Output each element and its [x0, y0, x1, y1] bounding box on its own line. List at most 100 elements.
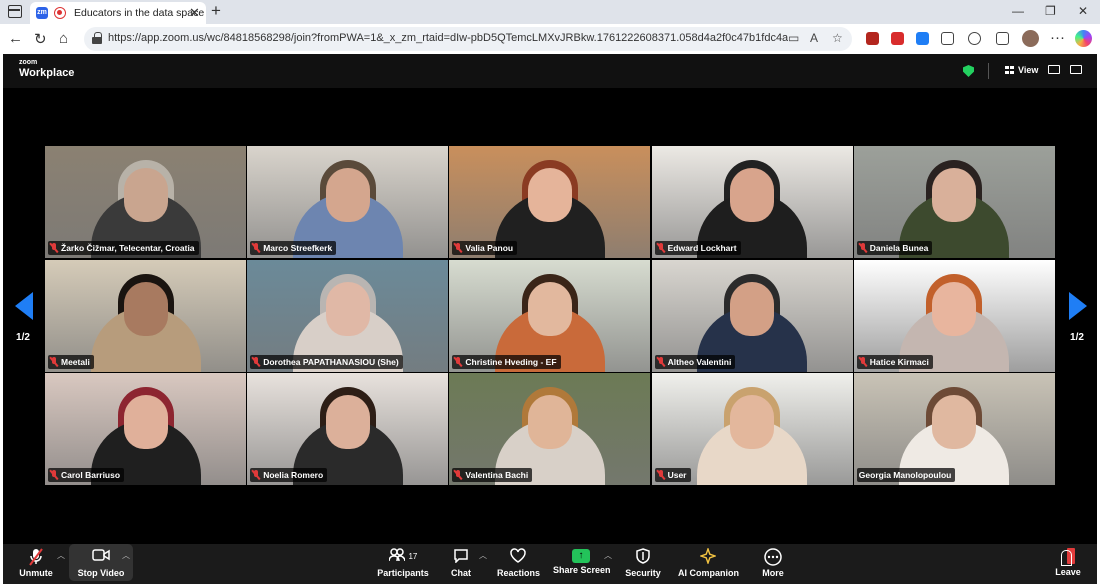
reload-icon[interactable]: ↻: [34, 30, 47, 48]
participant-name: Dorothea PAPATHANASIOU (She): [263, 356, 399, 367]
recording-icon: [54, 7, 66, 19]
video-options-caret-icon[interactable]: ︿: [122, 550, 130, 561]
participant-name: Valia Panou: [465, 243, 514, 253]
pocket-icon[interactable]: [941, 32, 954, 45]
participant-tile[interactable]: Valentina Bachi: [449, 373, 651, 485]
prev-page-button[interactable]: 1/2: [3, 284, 43, 394]
participant-tile[interactable]: Edward Lockhart: [651, 146, 853, 258]
participant-tile[interactable]: Carol Barriuso: [45, 373, 246, 485]
back-icon[interactable]: ←: [8, 30, 23, 47]
share-options-caret-icon[interactable]: ︿: [604, 550, 612, 561]
participant-tile[interactable]: Altheo Valentini: [651, 259, 853, 372]
window-close-icon[interactable]: ✕: [1078, 4, 1088, 18]
encryption-shield-icon[interactable]: [963, 65, 974, 77]
unmute-button[interactable]: Unmute: [13, 544, 59, 584]
participant-face: [527, 395, 572, 449]
cast-icon[interactable]: ▭: [788, 31, 799, 45]
participant-tile[interactable]: Valia Panou: [449, 146, 651, 258]
mic-muted-icon: [657, 356, 665, 367]
participant-name: Georgia Manolopoulou: [858, 470, 952, 480]
participant-tile[interactable]: User: [651, 373, 853, 485]
participant-name-tag: Carol Barriuso: [48, 468, 125, 482]
participant-name-tag: Žarko Čižmar, Telecentar, Croatia: [48, 241, 199, 255]
zoom-brand: Workplace: [19, 67, 75, 79]
participant-name: Marco Streefkerk: [263, 243, 333, 253]
participant-name: Hatice Kirmaci: [869, 356, 929, 367]
security-button[interactable]: Security: [625, 544, 661, 584]
home-icon[interactable]: ⌂: [59, 30, 68, 47]
ai-companion-button[interactable]: AI Companion: [678, 544, 739, 584]
participant-face: [123, 168, 168, 222]
minimize-icon[interactable]: —: [1012, 4, 1024, 18]
leave-label: Leave: [1055, 567, 1081, 577]
participant-tile[interactable]: Marco Streefkerk: [247, 146, 449, 258]
mic-muted-icon: [454, 243, 462, 253]
favorites-bar-icon[interactable]: [996, 32, 1009, 45]
fullscreen-icon[interactable]: [1070, 65, 1082, 74]
restore-icon[interactable]: ❐: [1045, 4, 1056, 18]
leave-button[interactable]: Leave: [1051, 544, 1085, 584]
view-button[interactable]: View: [1005, 65, 1038, 75]
read-aloud-icon[interactable]: A: [810, 31, 818, 45]
zoom-header: zoom Workplace View: [3, 54, 1097, 88]
new-tab-icon[interactable]: +: [211, 1, 221, 21]
participant-tile[interactable]: Georgia Manolopoulou: [853, 373, 1055, 485]
participant-face: [932, 168, 977, 222]
close-tab-icon[interactable]: ✕: [189, 5, 200, 21]
participant-name-tag: Hatice Kirmaci: [856, 354, 933, 369]
tab-actions-icon[interactable]: [8, 5, 22, 18]
participant-name-tag: Valentina Bachi: [452, 468, 533, 482]
participant-name: Meetali: [61, 356, 90, 367]
participants-icon: 17: [375, 548, 431, 566]
audio-options-caret-icon[interactable]: ︿: [57, 550, 65, 561]
extensions-icon[interactable]: [968, 32, 981, 45]
extension-blue-icon[interactable]: [916, 32, 929, 45]
participant-tile[interactable]: Žarko Čižmar, Telecentar, Croatia: [45, 146, 246, 258]
participant-name-tag: Daniela Bunea: [856, 241, 933, 255]
more-label: More: [762, 568, 784, 578]
participant-face: [123, 395, 168, 449]
zoom-logo: zoom: [19, 59, 38, 66]
chat-options-caret-icon[interactable]: ︿: [479, 550, 487, 561]
mic-muted-icon: [252, 470, 260, 480]
lock-icon[interactable]: [92, 32, 102, 44]
next-page-button[interactable]: 1/2: [1057, 284, 1097, 394]
more-icon[interactable]: ···: [1050, 29, 1065, 46]
reactions-button[interactable]: Reactions: [497, 544, 540, 584]
participant-tile[interactable]: Noelia Romero: [247, 373, 449, 485]
participant-tile[interactable]: Hatice Kirmaci: [853, 259, 1055, 372]
copilot-icon[interactable]: [1075, 30, 1092, 47]
participant-name: User: [667, 470, 687, 480]
participant-face: [325, 281, 370, 336]
participant-tile[interactable]: Daniela Bunea: [853, 146, 1055, 258]
view-label: View: [1018, 65, 1039, 75]
pip-icon[interactable]: [1048, 65, 1060, 74]
participant-tile[interactable]: Dorothea PAPATHANASIOU (She): [247, 259, 449, 372]
chat-button[interactable]: Chat: [443, 544, 479, 584]
address-bar[interactable]: https://app.zoom.us/wc/84818568298/join?…: [84, 27, 852, 51]
ai-sparkle-icon: [678, 546, 738, 566]
profile-avatar[interactable]: [1022, 30, 1039, 47]
participant-name-tag: Christine Hveding - EF: [452, 354, 561, 369]
chat-icon: [443, 548, 479, 566]
participant-name-tag: User: [654, 468, 691, 482]
participant-name-tag: Marco Streefkerk: [250, 241, 337, 255]
share-screen-button[interactable]: ↑ Share Screen: [553, 544, 611, 584]
grid-view-icon: [1005, 66, 1014, 74]
favorite-icon[interactable]: ☆: [832, 31, 843, 45]
header-divider: [988, 63, 989, 79]
more-button[interactable]: More: [758, 544, 788, 584]
extension-shield-icon[interactable]: [866, 32, 879, 45]
mic-muted-icon: [50, 243, 58, 253]
participants-button[interactable]: 17 Participants: [375, 544, 431, 584]
url-text[interactable]: https://app.zoom.us/wc/84818568298/join?…: [108, 32, 788, 44]
extension-red-icon[interactable]: [891, 32, 904, 45]
security-label: Security: [625, 568, 661, 578]
participant-name-tag: Noelia Romero: [250, 468, 328, 482]
browser-tab[interactable]: zm Educators in the data space ✕: [30, 2, 206, 24]
participant-tile[interactable]: Christine Hveding - EF: [449, 259, 651, 372]
participant-face: [325, 395, 370, 449]
more-dots-icon: [758, 548, 788, 566]
participant-tile[interactable]: Meetali: [45, 259, 246, 372]
participant-name: Christine Hveding - EF: [465, 356, 557, 367]
